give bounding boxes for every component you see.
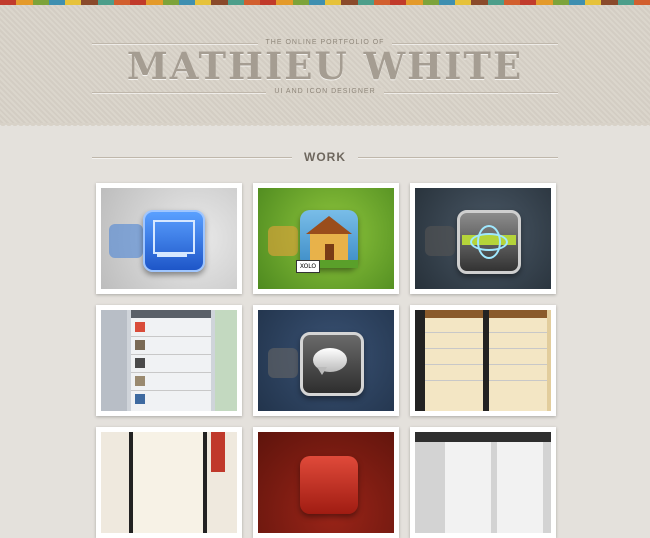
- thumbnail-image: [415, 188, 551, 289]
- tasks-screen-left: [425, 310, 483, 411]
- phone-screen-left: [101, 310, 127, 411]
- portfolio-item-red-app[interactable]: [253, 427, 399, 538]
- red-app-icon: [300, 456, 358, 514]
- phone-screen-main: [131, 310, 211, 411]
- house-icon-small: [268, 226, 298, 256]
- sign-icon: XOLO: [296, 260, 320, 273]
- portfolio-item-app-screens[interactable]: [410, 427, 556, 538]
- thumbnail-image: [415, 310, 551, 411]
- phone-screen-right: [215, 310, 237, 411]
- thumbnail-image: [101, 432, 237, 533]
- thumbnail-image: [258, 310, 394, 411]
- portfolio-item-house[interactable]: XOLO: [253, 183, 399, 294]
- thumbnail-image: XOLO: [258, 188, 394, 289]
- thumbnail-image: [415, 432, 551, 533]
- header-stitch: [0, 123, 650, 129]
- portfolio-item-dictionary[interactable]: [96, 427, 242, 538]
- blueprint-icon-small: [109, 224, 143, 258]
- thumbnail-image: [101, 188, 237, 289]
- section-title-work: WORK: [304, 150, 346, 164]
- site-title[interactable]: MATHIEU WHITE: [0, 44, 650, 88]
- atom-icon: [457, 210, 521, 274]
- tasks-screen-right: [489, 310, 547, 411]
- header-role: UI AND ICON DESIGNER: [0, 88, 650, 95]
- blueprint-icon: [143, 210, 205, 272]
- atom-icon-small: [425, 226, 455, 256]
- portfolio-item-blueprint[interactable]: [96, 183, 242, 294]
- thumbnail-image: [101, 310, 237, 411]
- portfolio-item-twitter[interactable]: [96, 305, 242, 416]
- header-role-text: UI AND ICON DESIGNER: [266, 88, 384, 95]
- thumbnail-image: [258, 432, 394, 533]
- speech-bubble-icon: [300, 332, 364, 396]
- portfolio-item-tasks[interactable]: [410, 305, 556, 416]
- speech-bubble-icon-small: [268, 348, 298, 378]
- portfolio-item-speech-bubble[interactable]: [253, 305, 399, 416]
- portfolio-item-atom[interactable]: [410, 183, 556, 294]
